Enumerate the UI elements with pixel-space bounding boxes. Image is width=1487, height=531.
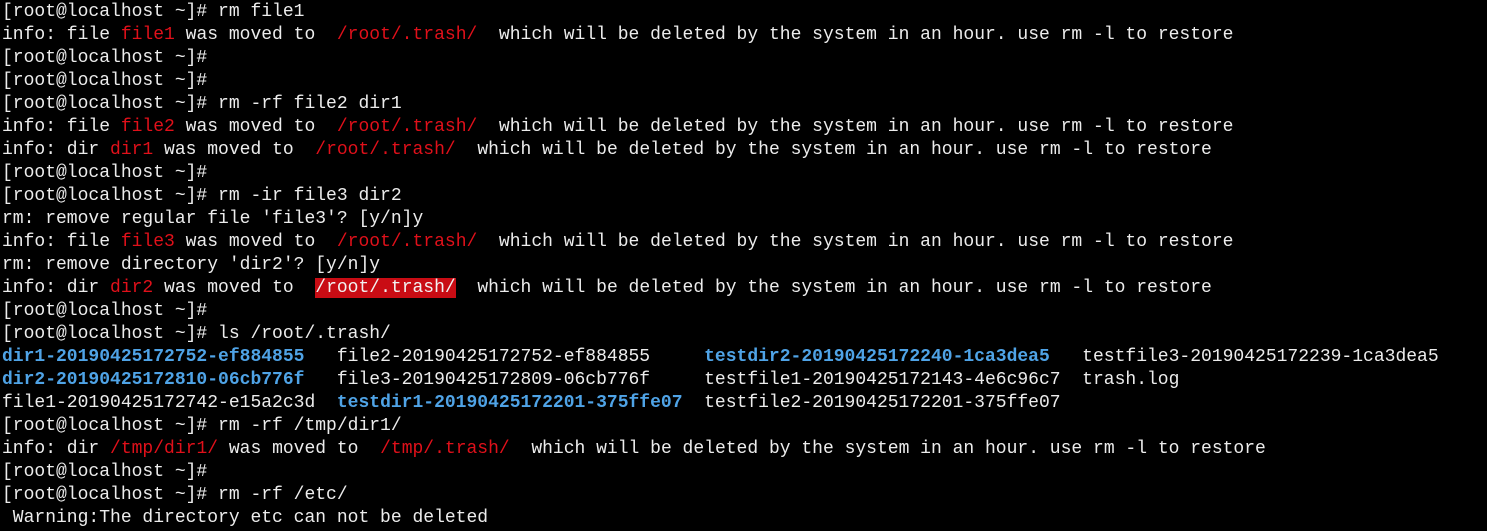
- terminal-text: [root@localhost ~]#: [2, 163, 208, 183]
- terminal-line: [root@localhost ~]# rm -rf file2 dir1: [2, 93, 1487, 116]
- terminal-line: info: dir /tmp/dir1/ was moved to /tmp/.…: [2, 438, 1487, 461]
- terminal-line: rm: remove directory 'dir2'? [y/n]y: [2, 254, 1487, 277]
- directory-entry: testdir1-20190425172201-375ffe07: [336, 393, 683, 413]
- terminal-text: info: file: [2, 25, 121, 45]
- terminal-text: which will be deleted by the system in a…: [455, 278, 1212, 298]
- directory-entry: dir1-20190425172752-ef884855: [2, 347, 305, 367]
- highlighted-text: dir1: [110, 140, 154, 160]
- terminal-text: rm: remove regular file 'file3'? [y/n]y: [2, 209, 424, 229]
- terminal-text: which will be deleted by the system in a…: [509, 439, 1266, 459]
- terminal-line: [root@localhost ~]# rm -rf /etc/: [2, 484, 1487, 507]
- terminal-text: was moved to: [153, 278, 316, 298]
- terminal-text: file2-20190425172752-ef884855: [304, 347, 705, 367]
- terminal-line: info: file file1 was moved to /root/.tra…: [2, 24, 1487, 47]
- terminal-line: info: dir dir1 was moved to /root/.trash…: [2, 139, 1487, 162]
- terminal-text: info: file: [2, 117, 121, 137]
- terminal-line: dir1-20190425172752-ef884855 file2-20190…: [2, 346, 1487, 369]
- terminal-text: was moved to: [174, 25, 337, 45]
- directory-entry: testdir2-20190425172240-1ca3dea5: [704, 347, 1050, 367]
- highlighted-text: dir2: [110, 278, 154, 298]
- terminal-text: [root@localhost ~]# rm -ir file3 dir2: [2, 186, 402, 206]
- terminal-text: [root@localhost ~]#: [2, 48, 208, 68]
- highlighted-text: /root/.trash/: [336, 117, 478, 137]
- terminal-text: which will be deleted by the system in a…: [455, 140, 1212, 160]
- terminal-text: was moved to: [218, 439, 381, 459]
- terminal-text: [root@localhost ~]#: [2, 462, 208, 482]
- terminal-line: [root@localhost ~]# rm file1: [2, 1, 1487, 24]
- terminal-line: [root@localhost ~]#: [2, 300, 1487, 323]
- highlighted-text: file2: [120, 117, 175, 137]
- terminal-text: file1-20190425172742-e15a2c3d: [2, 393, 337, 413]
- highlighted-text: /root/.trash/: [315, 140, 456, 160]
- terminal-line: [root@localhost ~]# rm -rf /tmp/dir1/: [2, 415, 1487, 438]
- terminal-text: [root@localhost ~]# rm -rf file2 dir1: [2, 94, 402, 114]
- terminal-line: info: dir dir2 was moved to /root/.trash…: [2, 277, 1487, 300]
- terminal-text: info: dir: [2, 439, 111, 459]
- terminal-text: [root@localhost ~]#: [2, 71, 208, 91]
- directory-entry: dir2-20190425172810-06cb776f: [2, 370, 305, 390]
- terminal-line: [root@localhost ~]#: [2, 162, 1487, 185]
- highlighted-text: file1: [120, 25, 175, 45]
- terminal-text: [root@localhost ~]#: [2, 301, 208, 321]
- highlighted-text: /tmp/dir1/: [110, 439, 219, 459]
- terminal-text: was moved to: [153, 140, 316, 160]
- terminal-text: was moved to: [174, 232, 337, 252]
- highlighted-text: /root/.trash/: [336, 25, 478, 45]
- terminal-line: file1-20190425172742-e15a2c3d testdir1-2…: [2, 392, 1487, 415]
- terminal-line: [root@localhost ~]# rm -ir file3 dir2: [2, 185, 1487, 208]
- terminal-line: rm: remove regular file 'file3'? [y/n]y: [2, 208, 1487, 231]
- terminal-line: info: file file2 was moved to /root/.tra…: [2, 116, 1487, 139]
- terminal-line: [root@localhost ~]# ls /root/.trash/: [2, 323, 1487, 346]
- terminal-text: which will be deleted by the system in a…: [477, 232, 1234, 252]
- highlighted-text: /root/.trash/: [315, 278, 456, 298]
- terminal-text: [root@localhost ~]# rm file1: [2, 2, 305, 22]
- terminal-text: file3-20190425172809-06cb776f testfile1-…: [304, 370, 1180, 390]
- terminal-text: info: dir: [2, 140, 111, 160]
- terminal-text: info: dir: [2, 278, 111, 298]
- terminal-line: [root@localhost ~]#: [2, 47, 1487, 70]
- terminal-text: which will be deleted by the system in a…: [477, 25, 1234, 45]
- terminal-text: Warning:The directory etc can not be del…: [2, 508, 489, 528]
- highlighted-text: /root/.trash/: [336, 232, 478, 252]
- terminal-text: which will be deleted by the system in a…: [477, 117, 1234, 137]
- highlighted-text: /tmp/.trash/: [380, 439, 510, 459]
- highlighted-text: file3: [120, 232, 175, 252]
- terminal-text: info: file: [2, 232, 121, 252]
- terminal-window[interactable]: [root@localhost ~]# rm file1 info: file f…: [0, 0, 1487, 531]
- terminal-text: testfile2-20190425172201-375ffe07: [682, 393, 1061, 413]
- terminal-text: rm: remove directory 'dir2'? [y/n]y: [2, 255, 381, 275]
- terminal-text: was moved to: [174, 117, 337, 137]
- terminal-line: [root@localhost ~]#: [2, 70, 1487, 93]
- terminal-text: [root@localhost ~]# ls /root/.trash/: [2, 324, 391, 344]
- terminal-text: [root@localhost ~]# rm -rf /etc/: [2, 485, 348, 505]
- terminal-line: dir2-20190425172810-06cb776f file3-20190…: [2, 369, 1487, 392]
- terminal-line: Warning:The directory etc can not be del…: [2, 507, 1487, 530]
- terminal-text: testfile3-20190425172239-1ca3dea5: [1049, 347, 1439, 367]
- terminal-text: [root@localhost ~]# rm -rf /tmp/dir1/: [2, 416, 402, 436]
- terminal-line: [root@localhost ~]#: [2, 461, 1487, 484]
- terminal-line: info: file file3 was moved to /root/.tra…: [2, 231, 1487, 254]
